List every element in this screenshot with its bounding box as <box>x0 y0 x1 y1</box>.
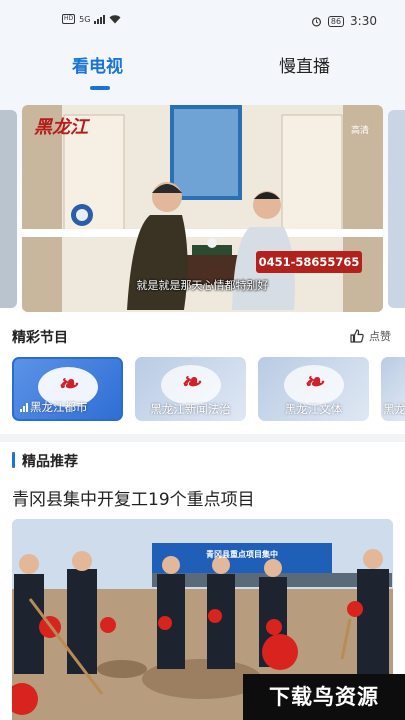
live-indicator-icon <box>20 403 28 412</box>
channel-card-sports[interactable]: ❧ 黑龙江文体 <box>258 357 369 421</box>
channel-card-news[interactable]: ❧ 黑龙江新闻法治 <box>135 357 246 421</box>
channel-card-partial[interactable]: 黑龙 <box>381 357 405 421</box>
hotline-banner: 0451-58655765 <box>256 251 362 273</box>
section-accent-bar <box>12 452 15 468</box>
tab-watch-tv[interactable]: 看电视 <box>72 52 123 77</box>
signal-icon <box>94 14 106 24</box>
status-bar: HD 5G 86 3:30 <box>0 0 405 48</box>
channel-logo: ❧ <box>303 367 324 396</box>
recommend-title: 精品推荐 <box>22 454 78 470</box>
status-right: 86 3:30 <box>311 14 377 28</box>
channel-name: 黑龙 <box>383 402 405 416</box>
signal-type-label: 5G <box>79 14 91 24</box>
watermark-text: 黑龙江 <box>34 117 88 138</box>
channel-watermark: 黑龙江 <box>34 113 88 139</box>
channel-card-dushi[interactable]: ❧ 黑龙江都市 <box>12 357 123 421</box>
news-headline[interactable]: 青冈县集中开复工19个重点项目 <box>12 485 255 510</box>
event-banner-text: 青冈县重点项目集中 <box>206 550 278 559</box>
video-subtitle: 就是就是那天心情都特别好 <box>136 279 269 292</box>
programs-title: 精彩节目 <box>12 330 68 346</box>
section-divider <box>0 434 405 442</box>
like-label: 点赞 <box>369 330 391 343</box>
alarm-icon <box>311 16 321 26</box>
top-tabs: 看电视 慢直播 <box>0 48 405 100</box>
battery-icon: 86 <box>327 15 345 27</box>
carousel-next-card[interactable] <box>388 110 405 308</box>
wifi-icon <box>109 14 121 23</box>
active-tab-indicator <box>90 86 110 90</box>
carousel-prev-card[interactable] <box>0 110 17 308</box>
channel-logo: ❧ <box>57 369 78 398</box>
channel-name: 黑龙江都市 <box>30 400 88 414</box>
channel-name: 黑龙江文体 <box>284 402 343 416</box>
tab-slow-live[interactable]: 慢直播 <box>279 52 330 77</box>
thumbs-up-icon <box>350 329 364 343</box>
app-screen: HD 5G 86 3:30 看电视 慢直播 黑龙江 高清 0451-586557… <box>0 0 405 720</box>
channel-logo: ❧ <box>180 367 201 396</box>
channel-label: 黑龙江都市 <box>20 399 117 415</box>
like-button[interactable]: 点赞 <box>349 328 391 344</box>
hd-corner-label: 高清 <box>350 126 369 136</box>
status-left: HD 5G <box>62 14 121 24</box>
clock: 3:30 <box>350 14 377 28</box>
brand-watermark: 下载鸟资源 <box>243 674 405 720</box>
channel-name: 黑龙江新闻法治 <box>150 402 231 416</box>
hd-icon: HD <box>62 14 76 24</box>
hero-video-card[interactable]: 黑龙江 高清 0451-58655765 就是就是那天心情都特别好 <box>22 105 383 312</box>
